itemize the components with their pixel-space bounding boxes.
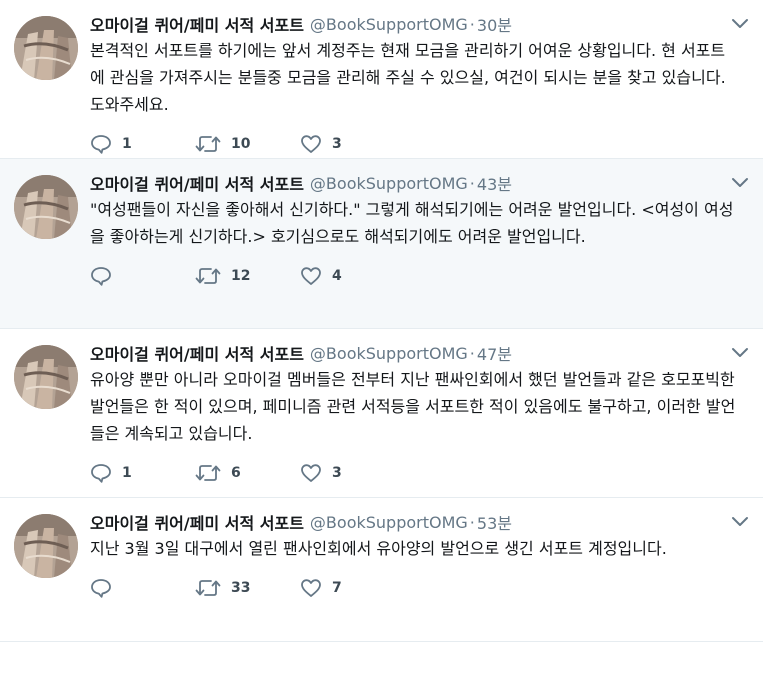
like-button[interactable]: 3 — [300, 134, 405, 154]
heart-outline-icon — [301, 464, 321, 482]
reply-count: 1 — [122, 136, 132, 152]
reply-button[interactable] — [90, 578, 195, 598]
tweet-header: 오마이걸 퀴어/페미 서적 서포트 @BookSupportOMG · 43분 — [90, 171, 747, 195]
tweet[interactable]: 오마이걸 퀴어/페미 서적 서포트 @BookSupportOMG · 47분 … — [0, 329, 763, 498]
tweet-header: 오마이걸 퀴어/페미 서적 서포트 @BookSupportOMG · 53분 — [90, 510, 747, 534]
like-button[interactable]: 3 — [300, 463, 405, 483]
like-count: 3 — [332, 465, 342, 481]
tweet[interactable]: 오마이걸 퀴어/페미 서적 서포트 @BookSupportOMG · 30분 … — [0, 0, 763, 159]
tweet[interactable]: 오마이걸 퀴어/페미 서적 서포트 @BookSupportOMG · 43분 … — [0, 159, 763, 329]
display-name[interactable]: 오마이걸 퀴어/페미 서적 서포트 — [90, 510, 304, 534]
retweet-count: 12 — [231, 268, 251, 284]
display-name[interactable]: 오마이걸 퀴어/페미 서적 서포트 — [90, 171, 304, 195]
display-name[interactable]: 오마이걸 퀴어/페미 서적 서포트 — [90, 341, 304, 365]
timestamp[interactable]: 53분 — [477, 510, 512, 534]
separator-dot: · — [469, 343, 475, 363]
avatar-image — [14, 514, 78, 578]
avatar[interactable] — [14, 345, 78, 409]
retweet-button[interactable]: 33 — [195, 578, 300, 598]
retweet-button[interactable]: 6 — [195, 463, 300, 483]
tweet-actions: 12 4 — [90, 250, 747, 302]
separator-dot: · — [469, 14, 475, 34]
tweet-text: "여성팬들이 자신을 좋아해서 신기하다." 그렇게 해석되기에는 어려운 발언… — [90, 200, 734, 246]
chevron-down-icon — [732, 517, 748, 526]
tweet-header: 오마이걸 퀴어/페미 서적 서포트 @BookSupportOMG · 30분 — [90, 12, 747, 36]
tweet-menu-button[interactable] — [731, 175, 749, 189]
user-handle[interactable]: @BookSupportOMG — [310, 15, 468, 34]
reply-button[interactable]: 1 — [90, 463, 195, 483]
avatar[interactable] — [14, 514, 78, 578]
chevron-down-icon — [732, 19, 748, 28]
retweet-arrows-icon — [195, 580, 221, 596]
timestamp[interactable]: 47분 — [477, 341, 512, 365]
tweet-menu-button[interactable] — [731, 16, 749, 30]
retweet-arrows-icon — [195, 268, 221, 284]
user-handle[interactable]: @BookSupportOMG — [310, 513, 468, 532]
user-handle[interactable]: @BookSupportOMG — [310, 344, 468, 363]
timestamp[interactable]: 30분 — [477, 12, 512, 36]
separator-dot: · — [469, 173, 475, 193]
tweet-text: 지난 3월 3일 대구에서 열린 팬사인회에서 유아양의 발언으로 생긴 서포트… — [90, 539, 667, 558]
tweet-header: 오마이걸 퀴어/페미 서적 서포트 @BookSupportOMG · 47분 — [90, 341, 747, 365]
like-button[interactable]: 7 — [300, 578, 405, 598]
retweet-count: 10 — [231, 136, 251, 152]
avatar[interactable] — [14, 175, 78, 239]
retweet-button[interactable]: 12 — [195, 266, 300, 286]
speech-bubble-icon — [91, 464, 111, 483]
chevron-down-icon — [732, 348, 748, 357]
like-count: 7 — [332, 580, 342, 596]
avatar-image — [14, 345, 78, 409]
tweet-actions: 33 7 — [90, 562, 747, 614]
heart-outline-icon — [301, 579, 321, 597]
speech-bubble-icon — [91, 267, 111, 286]
tweet[interactable]: 오마이걸 퀴어/페미 서적 서포트 @BookSupportOMG · 53분 … — [0, 498, 763, 642]
like-count: 4 — [332, 268, 342, 284]
display-name[interactable]: 오마이걸 퀴어/페미 서적 서포트 — [90, 12, 304, 36]
timestamp[interactable]: 43분 — [477, 171, 512, 195]
tweet-menu-button[interactable] — [731, 514, 749, 528]
tweet-timeline: 오마이걸 퀴어/페미 서적 서포트 @BookSupportOMG · 30분 … — [0, 0, 763, 642]
retweet-arrows-icon — [195, 136, 221, 152]
retweet-count: 6 — [231, 465, 241, 481]
like-button[interactable]: 4 — [300, 266, 405, 286]
like-count: 3 — [332, 136, 342, 152]
reply-count: 1 — [122, 465, 132, 481]
reply-button[interactable] — [90, 266, 195, 286]
avatar[interactable] — [14, 16, 78, 80]
tweet-text: 유아양 뿐만 아니라 오마이걸 멤버들은 전부터 지난 팬싸인회에서 했던 발언… — [90, 370, 736, 443]
separator-dot: · — [469, 512, 475, 532]
retweet-arrows-icon — [195, 465, 221, 481]
tweet-menu-button[interactable] — [731, 345, 749, 359]
heart-outline-icon — [301, 135, 321, 153]
reply-button[interactable]: 1 — [90, 134, 195, 154]
retweet-count: 33 — [231, 580, 251, 596]
avatar-image — [14, 175, 78, 239]
retweet-button[interactable]: 10 — [195, 134, 300, 154]
speech-bubble-icon — [91, 579, 111, 598]
speech-bubble-icon — [91, 135, 111, 154]
tweet-actions: 1 6 3 — [90, 447, 747, 499]
chevron-down-icon — [732, 178, 748, 187]
heart-outline-icon — [301, 267, 321, 285]
user-handle[interactable]: @BookSupportOMG — [310, 174, 468, 193]
tweet-text: 본격적인 서포트를 하기에는 앞서 계정주는 현재 모금을 관리하기 어여운 상… — [90, 41, 726, 114]
avatar-image — [14, 16, 78, 80]
